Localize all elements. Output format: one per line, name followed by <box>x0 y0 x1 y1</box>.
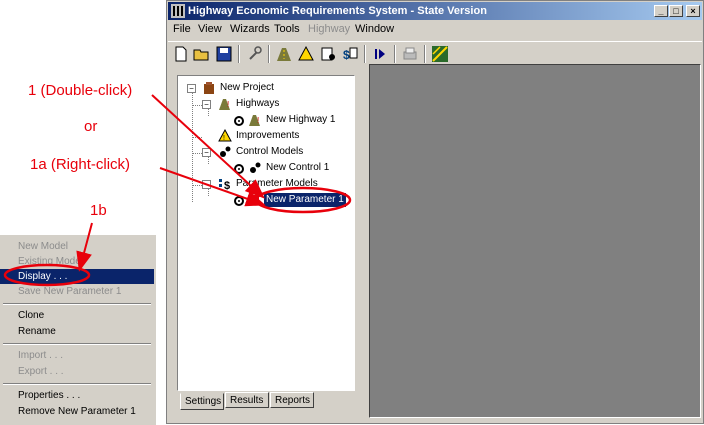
minimize-button[interactable]: _ <box>654 5 668 17</box>
menu-separator <box>3 383 151 385</box>
project-icon <box>204 82 214 94</box>
menu-item-clone[interactable]: Clone <box>0 308 154 323</box>
tree-node-control-models[interactable]: Control Models <box>236 145 303 159</box>
menu-item-display[interactable]: Display . . . <box>0 269 154 284</box>
open-folder-icon[interactable] <box>192 44 212 64</box>
tree-node-new-parameter[interactable]: New Parameter 1 <box>264 193 346 207</box>
highway-icon: ! <box>249 115 260 126</box>
gears-icon <box>250 162 261 173</box>
menu-tools[interactable]: Tools <box>274 23 300 35</box>
tab-reports[interactable]: Reports <box>270 392 314 408</box>
menu-item-import: Import . . . <box>18 350 64 361</box>
parameter-models-icon[interactable]: $ <box>340 44 360 64</box>
collapse-toggle[interactable]: − <box>202 100 211 109</box>
menu-window[interactable]: Window <box>355 23 394 35</box>
close-button[interactable]: × <box>686 5 700 17</box>
improvements-icon: ! <box>218 129 232 142</box>
svg-text:$: $ <box>224 180 230 191</box>
new-icon[interactable] <box>171 44 191 64</box>
radio-icon <box>234 196 244 206</box>
window-title: Highway Economic Requirements System - S… <box>188 5 487 17</box>
annotation-right-click: 1a (Right-click) <box>30 156 131 173</box>
improvements-icon[interactable] <box>296 44 316 64</box>
toolbar-separator <box>394 45 396 63</box>
control-models-icon[interactable] <box>318 44 338 64</box>
title-bar[interactable]: Highway Economic Requirements System - S… <box>168 2 702 20</box>
toolbar-separator <box>424 45 426 63</box>
maximize-button[interactable]: □ <box>669 5 683 17</box>
menu-item-export: Export . . . <box>18 366 64 377</box>
menu-item-remove[interactable]: Remove New Parameter 1 <box>0 404 154 419</box>
parameter-icon <box>251 195 259 205</box>
toolbar-separator <box>364 45 366 63</box>
project-tree[interactable]: − New Project − ! Highways ! New Highway… <box>177 75 355 391</box>
tree-node-parameter-models[interactable]: Parameter Models <box>236 177 318 191</box>
svg-text:!: ! <box>223 135 225 142</box>
menu-item-save: Save New Parameter 1 <box>18 286 122 297</box>
menu-item-new-model: New Model <box>18 241 69 252</box>
menu-item-properties[interactable]: Properties . . . <box>0 388 154 403</box>
collapse-toggle[interactable]: − <box>202 148 211 157</box>
menu-item-existing-model: Existing Model <box>18 256 84 267</box>
toolbar-separator <box>268 45 270 63</box>
project-pane: − New Project − ! Highways ! New Highway… <box>172 70 360 412</box>
tree-node-highways[interactable]: Highways <box>236 97 279 111</box>
svg-text:!: ! <box>257 116 259 125</box>
context-menu: New Model Existing Model Display . . . S… <box>0 234 156 425</box>
menu-separator <box>3 343 151 345</box>
tree-node-root[interactable]: New Project <box>220 81 274 95</box>
parameter-models-icon: $ <box>219 179 230 191</box>
run-icon[interactable] <box>370 44 390 64</box>
map-icon[interactable] <box>430 44 450 64</box>
annotation-double-click: 1 (Double-click) <box>28 82 133 99</box>
gears-icon <box>220 146 231 157</box>
radio-icon <box>234 164 244 174</box>
radio-icon <box>234 116 244 126</box>
collapse-toggle[interactable]: − <box>202 180 211 189</box>
menu-separator <box>3 303 151 305</box>
collapse-toggle[interactable]: − <box>187 84 196 93</box>
annotation-1b: 1b <box>90 202 107 219</box>
svg-text:$: $ <box>343 48 350 62</box>
annotation-or: or <box>84 118 98 135</box>
menu-wizards[interactable]: Wizards <box>230 23 270 35</box>
tree-node-new-control[interactable]: New Control 1 <box>266 161 329 175</box>
menu-file[interactable]: File <box>173 23 191 35</box>
save-icon[interactable] <box>214 44 234 64</box>
highway-icon[interactable] <box>274 44 294 64</box>
tab-settings[interactable]: Settings <box>180 393 224 410</box>
wrench-icon[interactable] <box>244 44 264 64</box>
tree-node-improvements[interactable]: Improvements <box>236 129 299 143</box>
highway-icon: ! <box>219 99 230 110</box>
toolbar-separator <box>238 45 240 63</box>
svg-text:!: ! <box>227 100 229 109</box>
menu-item-rename[interactable]: Rename <box>0 324 154 339</box>
mdi-workspace <box>369 64 701 418</box>
menu-view[interactable]: View <box>198 23 222 35</box>
menu-highway: Highway <box>308 23 351 35</box>
menu-bar: File View Wizards Tools Highway Window <box>168 21 702 39</box>
tab-results[interactable]: Results <box>225 392 269 408</box>
app-icon <box>171 4 185 18</box>
print-icon <box>403 47 417 60</box>
tree-node-new-highway[interactable]: New Highway 1 <box>266 113 335 127</box>
